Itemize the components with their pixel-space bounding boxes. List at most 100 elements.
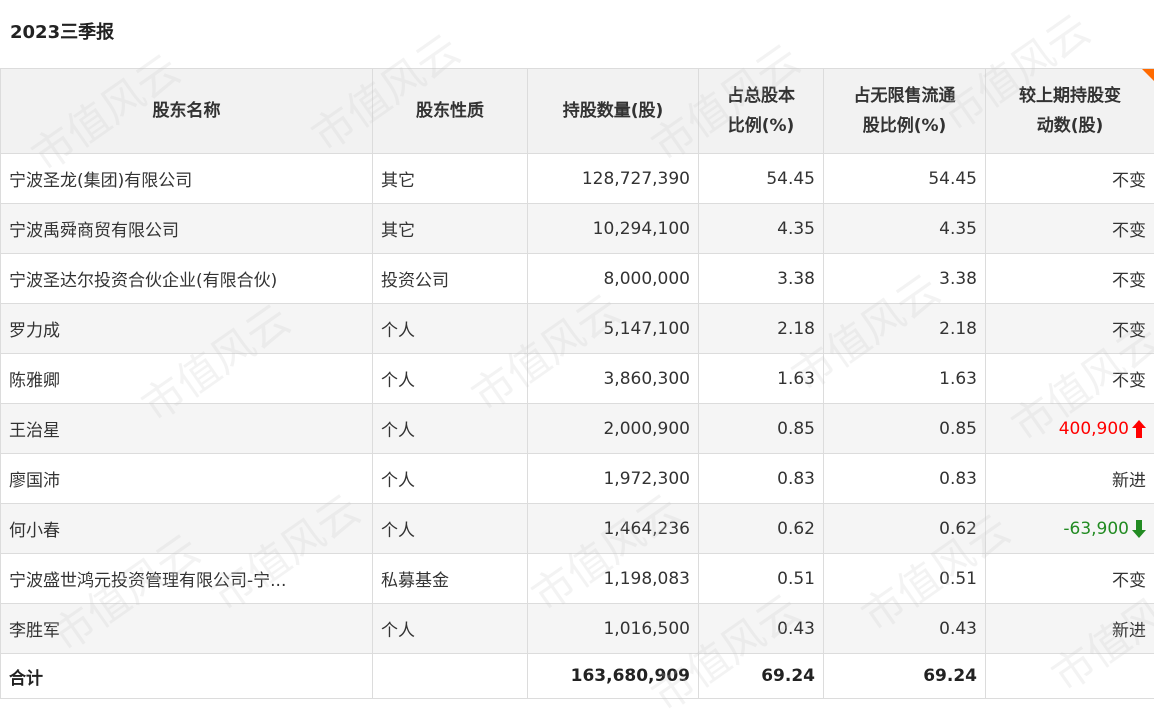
table-row: 罗力成个人5,147,1002.182.18不变 [1, 304, 1154, 354]
table-row: 宁波盛世鸿元投资管理有限公司-宁...私募基金1,198,0830.510.51… [1, 554, 1154, 604]
cell-float-pct: 2.18 [824, 304, 986, 354]
total-change-empty [986, 654, 1154, 699]
report-title: 2023三季报 [10, 18, 114, 48]
table-row: 何小春个人1,464,2360.620.62-63,900 [1, 504, 1154, 554]
cell-shares: 8,000,000 [528, 254, 699, 304]
header-change: 较上期持股变动数(股) [986, 69, 1154, 154]
cell-shareholder-name: 罗力成 [1, 304, 373, 354]
table-row: 陈雅卿个人3,860,3001.631.63不变 [1, 354, 1154, 404]
header-shareholder-type: 股东性质 [373, 69, 528, 154]
cell-total-pct: 4.35 [699, 204, 824, 254]
cell-shares: 128,727,390 [528, 154, 699, 204]
cell-shareholder-name: 王治星 [1, 404, 373, 454]
table-body: 宁波圣龙(集团)有限公司其它128,727,39054.4554.45不变宁波禹… [1, 154, 1154, 699]
cell-shareholder-name: 宁波圣龙(集团)有限公司 [1, 154, 373, 204]
header-float-pct: 占无限售流通股比例(%) [824, 69, 986, 154]
total-shares: 163,680,909 [528, 654, 699, 699]
cell-float-pct: 1.63 [824, 354, 986, 404]
table-row: 王治星个人2,000,9000.850.85400,900 [1, 404, 1154, 454]
total-type-empty [373, 654, 528, 699]
cell-float-pct: 54.45 [824, 154, 986, 204]
change-value: 不变 [1112, 271, 1146, 291]
cell-total-pct: 54.45 [699, 154, 824, 204]
cell-change: 新进 [986, 454, 1154, 504]
cell-shares: 1,016,500 [528, 604, 699, 654]
change-value: 新进 [1112, 621, 1146, 641]
cell-total-pct: 0.43 [699, 604, 824, 654]
cell-total-pct: 0.51 [699, 554, 824, 604]
cell-shareholder-name: 陈雅卿 [1, 354, 373, 404]
cell-total-pct: 0.62 [699, 504, 824, 554]
cell-float-pct: 0.43 [824, 604, 986, 654]
cell-float-pct: 0.85 [824, 404, 986, 454]
cell-shareholder-name: 宁波禹舜商贸有限公司 [1, 204, 373, 254]
table-row: 宁波禹舜商贸有限公司其它10,294,1004.354.35不变 [1, 204, 1154, 254]
cell-total-pct: 2.18 [699, 304, 824, 354]
header-shareholder-name: 股东名称 [1, 69, 373, 154]
cell-shares: 2,000,900 [528, 404, 699, 454]
table-row: 李胜军个人1,016,5000.430.43新进 [1, 604, 1154, 654]
cell-total-pct: 0.83 [699, 454, 824, 504]
table-row: 宁波圣达尔投资合伙企业(有限合伙)投资公司8,000,0003.383.38不变 [1, 254, 1154, 304]
change-value: 不变 [1112, 571, 1146, 591]
cell-change: 400,900 [986, 404, 1154, 454]
cell-change: -63,900 [986, 504, 1154, 554]
table-header: 股东名称 股东性质 持股数量(股) 占总股本比例(%) 占无限售流通股比例(%)… [1, 69, 1154, 154]
cell-float-pct: 3.38 [824, 254, 986, 304]
cell-change: 不变 [986, 304, 1154, 354]
change-value: 不变 [1112, 171, 1146, 191]
cell-shares: 1,464,236 [528, 504, 699, 554]
shareholder-table: 股东名称 股东性质 持股数量(股) 占总股本比例(%) 占无限售流通股比例(%)… [0, 68, 1154, 699]
cell-shareholder-name: 宁波圣达尔投资合伙企业(有限合伙) [1, 254, 373, 304]
change-value: 不变 [1112, 221, 1146, 241]
cell-shareholder-type: 个人 [373, 604, 528, 654]
cell-shares: 3,860,300 [528, 354, 699, 404]
change-value: -63,900 [1063, 519, 1129, 539]
cell-shareholder-type: 投资公司 [373, 254, 528, 304]
cell-float-pct: 0.51 [824, 554, 986, 604]
header-change-label: 较上期持股变动数(股) [1019, 86, 1121, 136]
cell-shareholder-name: 廖国沛 [1, 454, 373, 504]
cell-float-pct: 0.83 [824, 454, 986, 504]
total-label: 合计 [1, 654, 373, 699]
change-value: 新进 [1112, 471, 1146, 491]
corner-flag-icon [1142, 69, 1154, 81]
header-shares: 持股数量(股) [528, 69, 699, 154]
total-float-pct: 69.24 [824, 654, 986, 699]
cell-shareholder-name: 李胜军 [1, 604, 373, 654]
cell-change: 不变 [986, 254, 1154, 304]
table-row: 廖国沛个人1,972,3000.830.83新进 [1, 454, 1154, 504]
cell-shareholder-type: 个人 [373, 454, 528, 504]
change-value: 不变 [1112, 371, 1146, 391]
total-pct: 69.24 [699, 654, 824, 699]
table-total-row: 合计163,680,90969.2469.24 [1, 654, 1154, 699]
cell-shareholder-type: 个人 [373, 354, 528, 404]
cell-change: 不变 [986, 204, 1154, 254]
cell-shareholder-name: 宁波盛世鸿元投资管理有限公司-宁... [1, 554, 373, 604]
cell-shares: 1,198,083 [528, 554, 699, 604]
change-value: 400,900 [1059, 419, 1129, 439]
cell-shareholder-type: 私募基金 [373, 554, 528, 604]
table-row: 宁波圣龙(集团)有限公司其它128,727,39054.4554.45不变 [1, 154, 1154, 204]
cell-change: 新进 [986, 604, 1154, 654]
cell-shareholder-type: 个人 [373, 504, 528, 554]
cell-change: 不变 [986, 554, 1154, 604]
cell-total-pct: 0.85 [699, 404, 824, 454]
cell-shareholder-type: 其它 [373, 154, 528, 204]
cell-total-pct: 1.63 [699, 354, 824, 404]
cell-shareholder-type: 其它 [373, 204, 528, 254]
header-total-pct: 占总股本比例(%) [699, 69, 824, 154]
cell-change: 不变 [986, 354, 1154, 404]
cell-shares: 10,294,100 [528, 204, 699, 254]
cell-total-pct: 3.38 [699, 254, 824, 304]
change-value: 不变 [1112, 321, 1146, 341]
cell-float-pct: 0.62 [824, 504, 986, 554]
cell-shareholder-name: 何小春 [1, 504, 373, 554]
arrow-down-icon [1132, 520, 1146, 538]
cell-float-pct: 4.35 [824, 204, 986, 254]
cell-shares: 5,147,100 [528, 304, 699, 354]
cell-shares: 1,972,300 [528, 454, 699, 504]
cell-shareholder-type: 个人 [373, 304, 528, 354]
cell-change: 不变 [986, 154, 1154, 204]
cell-shareholder-type: 个人 [373, 404, 528, 454]
